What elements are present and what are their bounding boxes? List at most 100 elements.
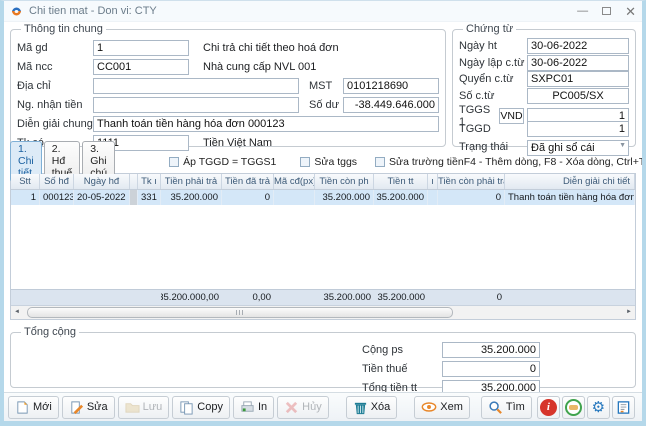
tien-thue-input[interactable] [442, 361, 540, 377]
checkbox-ap-tggd[interactable]: Áp TGGD = TGGS1 [169, 156, 276, 168]
quyen-ctu-label: Quyển c.từ [459, 73, 527, 85]
maximize-button[interactable] [602, 7, 611, 15]
total-tien-con-ph: 35.200.000 [323, 290, 371, 306]
memo-icon [565, 399, 582, 416]
cancel-button[interactable]: Hủy [277, 396, 329, 419]
table-totals-row: 35.200.000,00 0,00 35.200.000 35.200.000… [11, 289, 635, 306]
tien-thue-label: Tiền thuế [362, 363, 442, 375]
ngay-lap-input[interactable] [527, 55, 629, 71]
dia-chi-input[interactable] [93, 78, 299, 94]
view-button[interactable]: Xem [414, 396, 470, 419]
cong-ps-label: Cộng ps [362, 344, 442, 356]
delete-button[interactable]: Xóa [346, 396, 398, 419]
ma-gd-label: Mã gd [17, 42, 93, 54]
ma-ncc-label: Mã ncc [17, 61, 93, 73]
cell-so-hd: 000123 [40, 190, 74, 205]
info-icon: i [540, 399, 557, 416]
scroll-left-arrow[interactable]: ◄ [11, 306, 23, 319]
totals-legend: Tổng cộng [21, 326, 79, 338]
cell-tien-da-tra: 0 [222, 190, 274, 205]
col-header-tk[interactable]: Tk ı [138, 174, 161, 189]
col-header-tien-con-phai-tra-2[interactable]: Tiền còn phải trả 2 [438, 174, 505, 189]
cell-tk: 331 [138, 190, 161, 205]
dia-chi-label: Địa chỉ [17, 80, 93, 92]
print-button[interactable]: In [233, 396, 274, 419]
new-button[interactable]: Mới [8, 396, 59, 419]
table-row[interactable]: 1 000123 20-05-2022 331 35.200.000 0 35.… [11, 190, 635, 205]
document-group: Chứng từ Ngày ht Ngày lập c.từ Quyển c.t… [452, 23, 636, 147]
chevron-down-icon: ▼ [619, 142, 626, 149]
trang-thai-label: Trạng thái [459, 141, 527, 153]
col-header-tien-con-ph[interactable]: Tiền còn ph [315, 174, 374, 189]
col-header-tien-da-tra[interactable]: Tiền đã trả [222, 174, 274, 189]
document-legend: Chứng từ [463, 23, 516, 35]
trang-thai-value[interactable] [527, 140, 629, 156]
first-record-button[interactable]: ◄ [642, 396, 646, 419]
checkbox-icon [300, 157, 310, 167]
so-ctu-input[interactable] [527, 88, 629, 104]
col-header-tien-tt[interactable]: Tiền tt [374, 174, 428, 189]
ma-gd-desc: Chi trả chi tiết theo hoá đơn [189, 42, 439, 54]
minimize-button[interactable]: — [577, 6, 588, 17]
gear-icon: ⚙ [592, 400, 605, 415]
settings-button[interactable]: ⚙ [587, 396, 610, 419]
col-header-sep [130, 174, 138, 189]
search-icon [488, 400, 503, 415]
dien-giai-chung-label: Diễn giải chung [17, 118, 93, 130]
ng-nhan-tien-input[interactable] [93, 97, 299, 113]
save-button[interactable]: Lưu [118, 396, 170, 419]
h-scrollbar[interactable]: ◄ ► [11, 306, 635, 319]
col-header-tien-phai-tra[interactable]: Tiền phải trả [161, 174, 222, 189]
checkbox-icon [375, 157, 385, 167]
find-button[interactable]: Tìm [481, 396, 532, 419]
col-header-ma-cd[interactable]: Mã cđ(px) [274, 174, 315, 189]
clipboard-button[interactable] [612, 396, 635, 419]
cell-sep [428, 190, 438, 205]
quyen-ctu-input[interactable] [527, 71, 629, 87]
ma-gd-input[interactable] [93, 40, 189, 56]
cell-stt: 1 [11, 190, 40, 205]
close-button[interactable]: ✕ [625, 6, 636, 17]
scroll-thumb[interactable] [27, 307, 453, 318]
info-button[interactable]: i [537, 396, 560, 419]
tggd-label: TGGD [459, 123, 527, 135]
save-icon [125, 400, 140, 415]
trang-thai-select[interactable]: ▼ [527, 138, 629, 156]
view-eye-icon [421, 400, 437, 414]
cell-ma-cd [274, 190, 315, 205]
col-header-stt[interactable]: Stt [11, 174, 40, 189]
scroll-right-arrow[interactable]: ► [623, 306, 635, 319]
col-header-so-hd[interactable]: Số hđ [40, 174, 74, 189]
scroll-track[interactable] [23, 307, 623, 318]
mst-input[interactable] [343, 78, 439, 94]
general-info-group: Thông tin chung Mã gd Chi trả chi tiết t… [10, 23, 446, 147]
so-du-input[interactable] [343, 97, 439, 113]
table-empty-area[interactable] [11, 205, 635, 289]
checkbox-sua-tggs[interactable]: Sửa tggs [300, 156, 357, 168]
tggd-input[interactable] [527, 121, 629, 137]
memo-button[interactable] [562, 396, 585, 419]
total-tien-con-phai-tra-2: 0 [497, 290, 502, 306]
dien-giai-chung-input[interactable] [93, 116, 439, 132]
edit-button[interactable]: Sửa [62, 396, 115, 419]
edit-icon [69, 400, 84, 415]
so-du-label: Số dư [299, 99, 343, 111]
ngay-ht-label: Ngày ht [459, 40, 527, 52]
total-tien-tt: 35.200.000 [377, 290, 425, 306]
tk-co-desc: Tiền Việt Nam [189, 137, 439, 149]
checkbox-sua-truong-tien[interactable]: Sửa trường tiền [375, 156, 464, 168]
app-icon [10, 5, 23, 18]
table-header[interactable]: Stt Số hđ Ngày hđ Tk ı Tiền phải trả Tiề… [11, 174, 635, 190]
ma-ncc-desc: Nhà cung cấp NVL 001 [189, 61, 439, 73]
ma-ncc-input[interactable] [93, 59, 189, 75]
invoice-table: Stt Số hđ Ngày hđ Tk ı Tiền phải trả Tiề… [10, 173, 636, 320]
cong-ps-input[interactable] [442, 342, 540, 358]
col-header-dien-giai[interactable]: Diễn giải chi tiết [505, 174, 635, 189]
checkbox-icon [169, 157, 179, 167]
new-document-icon [15, 400, 30, 415]
col-header-ngay-hd[interactable]: Ngày hđ [74, 174, 130, 189]
clipboard-icon [616, 400, 631, 415]
so-ctu-label: Số c.từ [459, 90, 527, 102]
ngay-ht-input[interactable] [527, 38, 629, 54]
copy-button[interactable]: Copy [172, 396, 230, 419]
